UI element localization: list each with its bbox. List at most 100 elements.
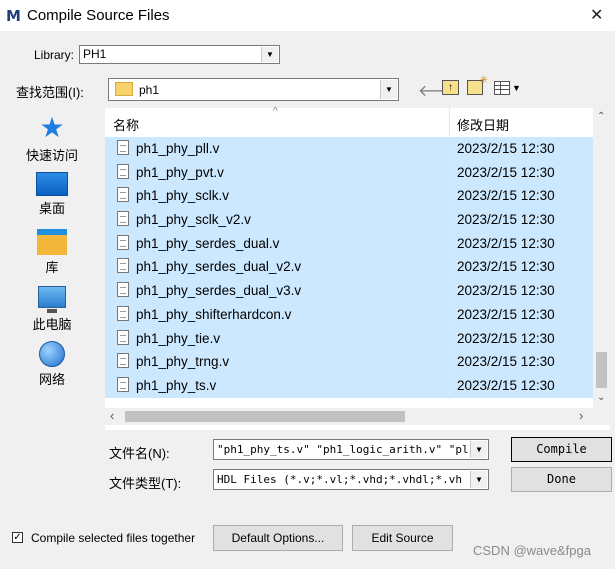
filename-input[interactable]: "ph1_phy_ts.v" "ph1_logic_arith.v" "pl ▼: [213, 439, 489, 460]
new-folder-icon[interactable]: ✳: [467, 75, 488, 95]
horizontal-scroll-thumb[interactable]: [125, 411, 405, 422]
chevron-down-icon[interactable]: ▼: [380, 80, 397, 99]
place-quick-access[interactable]: ★ 快速访问: [12, 113, 92, 164]
filetype-select[interactable]: HDL Files (*.v;*.vl;*.vhd;*.vhdl;*.vh ▼: [213, 469, 489, 490]
file-icon: [117, 329, 129, 345]
file-row[interactable]: ph1_phy_serdes_dual.v 2023/2/15 12:30: [105, 231, 593, 256]
compile-together-label: Compile selected files together: [31, 531, 196, 545]
file-rows: ph1_phy_pll.v 2023/2/15 12:30 ph1_phy_pvt…: [105, 137, 593, 399]
horizontal-scrollbar[interactable]: ‹ ›: [105, 408, 610, 425]
default-options-button[interactable]: Default Options...: [213, 525, 343, 551]
file-list-header: ^ 名称 修改日期: [105, 106, 591, 136]
file-icon: [117, 211, 129, 227]
file-row[interactable]: ph1_phy_pll.v 2023/2/15 12:30: [105, 137, 593, 161]
filetype-value: HDL Files (*.v;*.vl;*.vhd;*.vhdl;*.vh: [217, 473, 463, 486]
desktop-icon: [36, 172, 68, 196]
chevron-down-icon[interactable]: ▼: [261, 47, 278, 62]
file-row[interactable]: ph1_phy_trng.v 2023/2/15 12:30: [105, 350, 593, 374]
file-date: 2023/2/15 12:30: [457, 330, 555, 346]
this-pc-icon: [38, 286, 66, 313]
place-label: 快速访问: [25, 148, 78, 163]
libraries-icon: [37, 229, 67, 255]
chevron-down-icon[interactable]: ▼: [470, 441, 487, 458]
file-date: 2023/2/15 12:30: [457, 306, 555, 322]
file-name: ph1_phy_pll.v: [136, 141, 220, 156]
file-name: ph1_phy_ts.v: [136, 377, 217, 393]
file-date: 2023/2/15 12:30: [457, 377, 555, 393]
place-libraries[interactable]: 库: [12, 229, 92, 276]
file-row[interactable]: ph1_phy_pvt.v 2023/2/15 12:30: [105, 160, 593, 185]
file-date: 2023/2/15 12:30: [457, 259, 555, 275]
column-divider-line: [449, 137, 450, 399]
file-name: ph1_phy_sclk_v2.v: [136, 212, 251, 228]
filename-value: "ph1_phy_ts.v" "ph1_logic_arith.v" "pl: [217, 443, 468, 456]
place-label: 网络: [38, 372, 65, 387]
column-header-date[interactable]: 修改日期: [457, 115, 509, 134]
file-name: ph1_phy_tie.v: [136, 330, 221, 346]
place-desktop[interactable]: 桌面: [12, 172, 92, 217]
file-icon: [117, 282, 129, 298]
close-icon[interactable]: ✕: [590, 5, 603, 25]
file-name: ph1_phy_serdes_dual_v2.v: [136, 259, 302, 275]
file-icon: [117, 163, 129, 179]
lookin-value: ph1: [139, 83, 160, 97]
file-date: 2023/2/15 12:30: [457, 283, 555, 299]
file-list[interactable]: ^ 名称 修改日期 ph1_phy_pll.v 2023/2/15 12:30 p…: [105, 106, 610, 430]
place-label: 库: [45, 260, 59, 275]
up-folder-icon[interactable]: ↑: [442, 80, 459, 95]
place-this-pc[interactable]: 此电脑: [12, 286, 92, 333]
file-row[interactable]: ph1_phy_tie.v 2023/2/15 12:30: [105, 326, 593, 351]
file-icon: [117, 376, 129, 392]
file-row[interactable]: ph1_phy_sclk_v2.v 2023/2/15 12:30: [105, 208, 593, 232]
file-icon: [117, 140, 129, 155]
file-date: 2023/2/15 12:30: [457, 164, 555, 180]
file-row[interactable]: ph1_phy_sclk.v 2023/2/15 12:30: [105, 184, 593, 209]
lookin-select[interactable]: ph1 ▼: [108, 78, 399, 101]
file-row[interactable]: ph1_phy_serdes_dual_v3.v 2023/2/15 12:30: [105, 279, 593, 303]
file-row[interactable]: ph1_phy_shifterhardcon.v 2023/2/15 12:30: [105, 302, 593, 327]
file-name: ph1_phy_sclk.v: [136, 188, 230, 204]
file-date: 2023/2/15 12:30: [457, 188, 555, 204]
sort-ascending-icon: ^: [273, 106, 278, 117]
filetype-label: 文件类型(T):: [109, 476, 182, 491]
file-row[interactable]: ph1_phy_serdes_dual_v2.v 2023/2/15 12:30: [105, 255, 593, 280]
file-icon: [117, 258, 129, 274]
scroll-right-icon[interactable]: ›: [579, 408, 583, 423]
watermark: CSDN @wave&fpga: [473, 543, 591, 558]
view-menu-icon[interactable]: [494, 81, 510, 95]
edit-source-button[interactable]: Edit Source: [352, 525, 453, 551]
place-network[interactable]: 网络: [12, 341, 92, 388]
file-name: ph1_phy_shifterhardcon.v: [136, 306, 292, 322]
column-divider[interactable]: [449, 108, 450, 136]
vertical-scroll-thumb[interactable]: [596, 352, 607, 388]
folder-icon: [115, 82, 133, 96]
network-icon: [39, 341, 65, 367]
title-bar: M Compile Source Files ✕: [0, 0, 615, 31]
scroll-down-icon[interactable]: ⌄: [597, 392, 605, 403]
library-value: PH1: [83, 47, 107, 61]
place-label: 此电脑: [32, 317, 72, 332]
library-label: Library:: [34, 48, 75, 62]
scroll-up-icon[interactable]: ⌃: [597, 111, 605, 122]
library-select[interactable]: PH1 ▼: [79, 45, 280, 64]
file-row[interactable]: ph1_phy_ts.v 2023/2/15 12:30: [105, 373, 593, 398]
window-title: Compile Source Files: [27, 7, 170, 24]
column-header-name[interactable]: 名称: [113, 115, 139, 134]
file-date: 2023/2/15 12:30: [457, 354, 555, 370]
file-icon: [117, 353, 129, 369]
file-date: 2023/2/15 12:30: [457, 141, 555, 156]
filename-label: 文件名(N):: [109, 446, 170, 461]
done-button[interactable]: Done: [511, 467, 612, 492]
place-label: 桌面: [38, 201, 65, 216]
file-icon: [117, 234, 129, 250]
file-name: ph1_phy_trng.v: [136, 354, 230, 370]
quick-access-star-icon: ★: [39, 112, 65, 143]
chevron-down-icon[interactable]: ▼: [470, 471, 487, 488]
file-name: ph1_phy_pvt.v: [136, 164, 224, 180]
compile-together-checkbox[interactable]: ✓: [12, 532, 23, 543]
view-dropdown-icon[interactable]: ▼: [512, 83, 521, 93]
scroll-left-icon[interactable]: ‹: [110, 408, 114, 423]
file-icon: [117, 305, 129, 321]
vertical-scrollbar[interactable]: ⌃ ⌄: [593, 108, 610, 408]
compile-button[interactable]: Compile: [511, 437, 612, 462]
